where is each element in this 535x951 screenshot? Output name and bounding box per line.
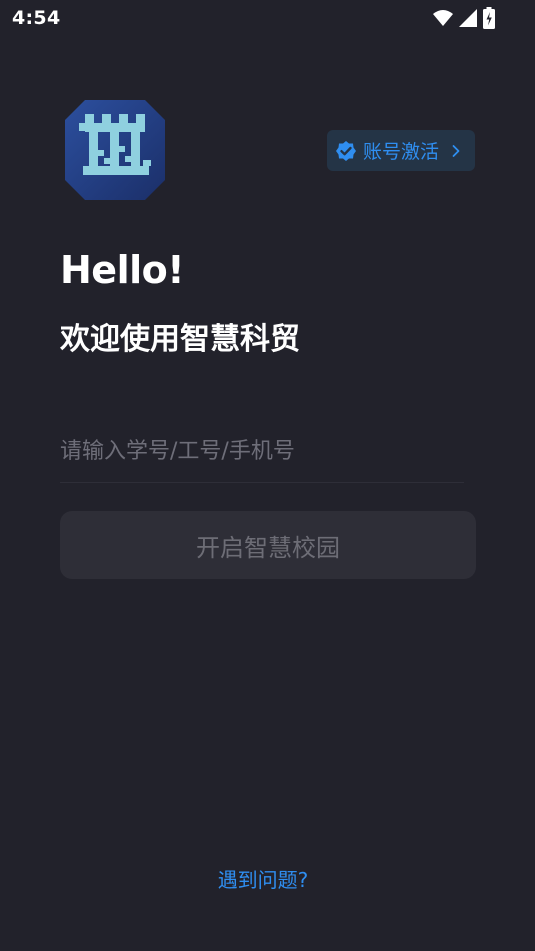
account-input[interactable] <box>60 426 464 476</box>
greeting-title: Hello! <box>60 248 185 292</box>
open-smart-campus-button[interactable]: 开启智慧校园 <box>60 511 476 579</box>
login-screen: 4:54 账号激活 Hello! 欢迎使用智慧科贸 请输入学号/工号/手机号 开… <box>0 0 535 951</box>
welcome-subtitle: 欢迎使用智慧科贸 <box>60 322 300 357</box>
signal-icon <box>459 9 477 27</box>
account-activation-label: 账号激活 <box>363 141 440 163</box>
wifi-icon <box>433 9 453 27</box>
input-divider <box>60 482 464 483</box>
battery-charging-icon <box>483 7 495 29</box>
app-logo-icon <box>65 100 165 200</box>
status-bar: 4:54 <box>0 0 535 36</box>
verified-badge-icon <box>335 140 357 162</box>
status-icons <box>433 7 495 29</box>
status-time: 4:54 <box>12 7 61 29</box>
chevron-right-icon <box>439 144 463 158</box>
help-link[interactable]: 遇到问题? <box>0 864 526 893</box>
account-activation-button[interactable]: 账号激活 <box>327 130 475 171</box>
